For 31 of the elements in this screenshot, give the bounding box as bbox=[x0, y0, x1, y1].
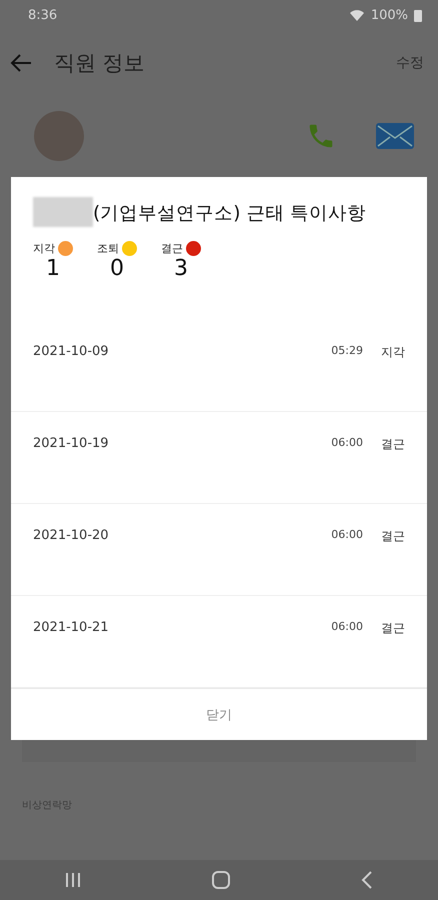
record-date: 2021-10-19 bbox=[33, 436, 110, 451]
screen-title: 직원 정보 bbox=[54, 50, 146, 76]
redacted-name bbox=[33, 197, 93, 227]
legend-label: 지각 bbox=[33, 241, 55, 256]
record-time: 06:00 bbox=[331, 620, 363, 633]
legend-count: 0 bbox=[110, 256, 124, 281]
battery-level: 100% bbox=[370, 8, 408, 22]
record-date: 2021-10-21 bbox=[33, 620, 110, 635]
legend-count: 1 bbox=[46, 256, 60, 281]
record-time: 06:00 bbox=[331, 528, 363, 541]
legend-label: 결근 bbox=[161, 241, 183, 256]
edit-button[interactable]: 수정 bbox=[396, 54, 424, 72]
record-type: 지각 bbox=[381, 344, 405, 361]
record-date: 2021-10-09 bbox=[33, 344, 110, 359]
record-time: 05:29 bbox=[331, 344, 363, 357]
avatar bbox=[34, 111, 84, 161]
dialog-title: (기업부설연구소) 근태 특이사항 bbox=[93, 202, 366, 224]
wifi-icon bbox=[348, 9, 365, 21]
mail-icon[interactable] bbox=[376, 123, 414, 149]
back-icon[interactable] bbox=[10, 54, 32, 72]
record-type: 결근 bbox=[381, 436, 405, 453]
legend-count: 3 bbox=[174, 256, 188, 281]
legend-label: 조퇴 bbox=[97, 241, 119, 256]
home-icon[interactable] bbox=[212, 871, 230, 889]
record-date: 2021-10-20 bbox=[33, 528, 110, 543]
status-time: 8:36 bbox=[28, 8, 58, 22]
record-time: 06:00 bbox=[331, 436, 363, 449]
recent-apps-icon[interactable] bbox=[65, 872, 82, 888]
record-type: 결근 bbox=[381, 620, 405, 637]
battery-icon bbox=[414, 8, 422, 22]
record-type: 결근 bbox=[381, 528, 405, 545]
